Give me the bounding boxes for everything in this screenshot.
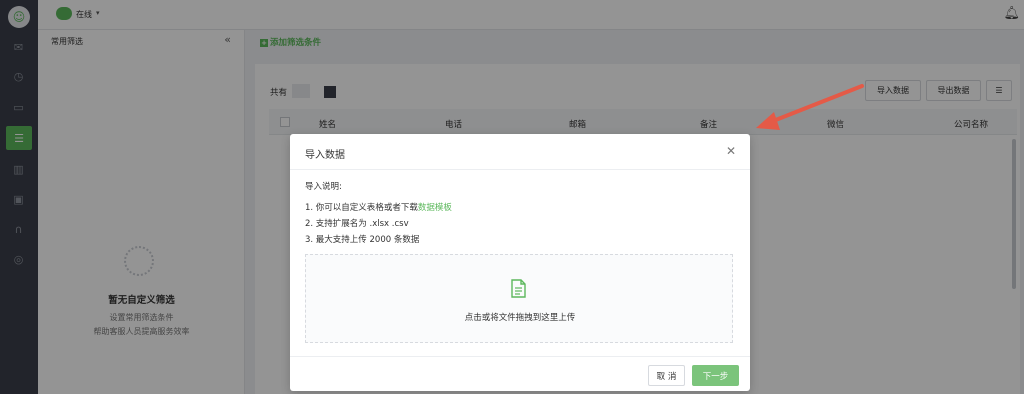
divider [290, 356, 750, 357]
divider [290, 169, 750, 170]
instruction-line-1-text: 1. 你可以自定义表格或者下载 [305, 203, 418, 213]
cancel-button[interactable]: 取 消 [648, 365, 685, 386]
annotation-arrow-icon [756, 84, 864, 130]
upload-dropzone[interactable]: 点击或将文件拖拽到这里上传 [305, 254, 733, 343]
file-icon [511, 279, 526, 298]
next-button[interactable]: 下一步 [692, 365, 739, 386]
close-icon[interactable]: ✕ [726, 144, 736, 158]
template-download-link[interactable]: 数据模板 [418, 203, 452, 213]
instruction-line-2: 2. 支持扩展名为 .xlsx .csv [305, 219, 409, 229]
modal-title: 导入数据 [305, 150, 345, 161]
dropzone-label: 点击或将文件拖拽到这里上传 [464, 313, 576, 323]
instructions-heading: 导入说明: [305, 182, 342, 192]
instruction-line-1: 1. 你可以自定义表格或者下载数据模板 [305, 201, 452, 213]
instruction-line-3: 3. 最大支持上传 2000 条数据 [305, 235, 420, 245]
import-modal: 导入数据 ✕ 导入说明: 1. 你可以自定义表格或者下载数据模板 2. 支持扩展… [290, 134, 750, 391]
